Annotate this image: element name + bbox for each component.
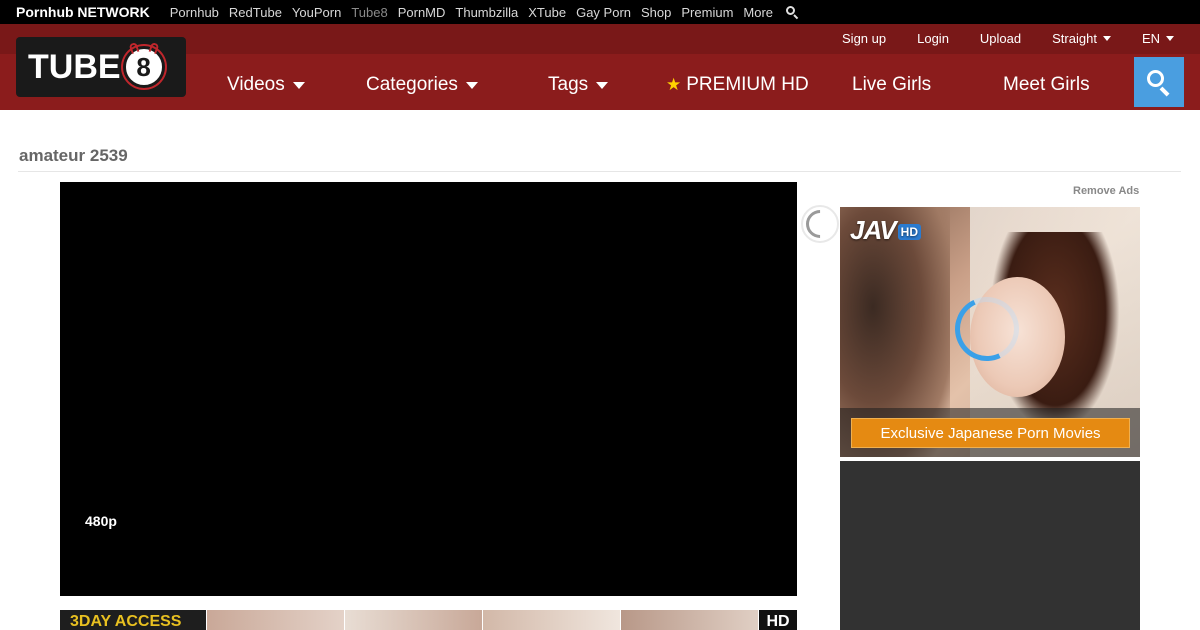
chevron-down-icon xyxy=(465,81,478,89)
promo-lead-text: 3DAY ACCESS xyxy=(60,610,206,630)
search-icon xyxy=(1147,70,1171,97)
network-link-redtube[interactable]: RedTube xyxy=(229,5,282,20)
promo-thumbnail xyxy=(483,610,620,630)
login-link[interactable]: Login xyxy=(917,31,949,46)
promo-thumbnail xyxy=(621,610,758,630)
nav-premium-label: PREMIUM HD xyxy=(686,74,809,95)
nav-categories[interactable]: Categories xyxy=(366,69,478,101)
upload-link[interactable]: Upload xyxy=(980,31,1021,46)
user-bar: Sign up Login Upload Straight EN xyxy=(811,31,1174,46)
chevron-down-icon xyxy=(1102,36,1111,41)
remove-ads-link[interactable]: Remove Ads xyxy=(1073,185,1139,197)
network-search-icon[interactable] xyxy=(785,5,799,20)
network-link-thumbzilla[interactable]: Thumbzilla xyxy=(455,5,518,20)
promo-thumbnail xyxy=(345,610,482,630)
main-nav: Videos Categories Tags ★ PREMIUM HD Live… xyxy=(190,69,1090,109)
promo-thumbnail xyxy=(207,610,344,630)
ad-placeholder[interactable] xyxy=(840,461,1140,630)
nav-premium-hd[interactable]: ★ PREMIUM HD xyxy=(666,69,809,101)
chevron-down-icon xyxy=(1166,36,1174,41)
page-title: amateur 2539 xyxy=(19,146,128,165)
network-link-gay-porn[interactable]: Gay Porn xyxy=(576,5,631,20)
ad-brand-badge: HD xyxy=(897,224,921,241)
orientation-label: Straight xyxy=(1052,31,1097,46)
network-link-tube8[interactable]: Tube8 xyxy=(351,5,387,20)
video-player[interactable]: 480p xyxy=(60,182,797,596)
site-header: TUBE 8 Sign up Login Upload Straight EN … xyxy=(0,24,1200,110)
nav-categories-label: Categories xyxy=(366,74,458,95)
loading-spinner-icon xyxy=(800,204,840,244)
search-button[interactable] xyxy=(1134,57,1184,107)
network-bar: Pornhub NETWORK Pornhub RedTube YouPorn … xyxy=(0,0,1200,24)
quality-label[interactable]: 480p xyxy=(85,513,117,529)
logo-eight-ball-icon: 8 xyxy=(122,41,165,88)
logo-ball-number: 8 xyxy=(136,51,151,82)
nav-videos-label: Videos xyxy=(227,74,285,95)
network-brand[interactable]: Pornhub NETWORK xyxy=(16,4,150,20)
orientation-dropdown[interactable]: Straight xyxy=(1052,31,1111,46)
chevron-down-icon xyxy=(596,81,609,89)
ad-brand-text: JAV xyxy=(850,215,897,245)
logo-text: TUBE xyxy=(28,47,121,86)
ad-banner-jav[interactable]: JAV HD Exclusive Japanese Porn Movies xyxy=(840,207,1140,457)
chevron-down-icon xyxy=(292,81,305,89)
nav-live-girls[interactable]: Live Girls xyxy=(852,69,931,101)
network-link-shop[interactable]: Shop xyxy=(641,5,671,20)
ad-brand-logo: JAV HD xyxy=(850,215,921,246)
network-link-pornmd[interactable]: PornMD xyxy=(398,5,446,20)
site-logo[interactable]: TUBE 8 xyxy=(16,37,186,97)
nav-meet-girls[interactable]: Meet Girls xyxy=(1003,69,1090,101)
network-link-more[interactable]: More xyxy=(743,5,773,20)
nav-tags-label: Tags xyxy=(548,74,589,95)
ad-cta-button[interactable]: Exclusive Japanese Porn Movies xyxy=(851,418,1130,448)
network-link-xtube[interactable]: XTube xyxy=(528,5,566,20)
language-label: EN xyxy=(1141,31,1160,46)
signup-link[interactable]: Sign up xyxy=(842,31,886,46)
network-link-premium[interactable]: Premium xyxy=(681,5,733,20)
promo-banner[interactable]: 3DAY ACCESS HD xyxy=(60,610,797,630)
network-link-youporn[interactable]: YouPorn xyxy=(292,5,341,20)
star-icon: ★ xyxy=(666,75,682,94)
nav-videos[interactable]: Videos xyxy=(227,69,305,101)
nav-tags[interactable]: Tags xyxy=(548,69,609,101)
network-link-pornhub[interactable]: Pornhub xyxy=(170,5,219,20)
promo-hd-badge: HD xyxy=(759,610,797,630)
language-dropdown[interactable]: EN xyxy=(1142,31,1174,46)
title-divider xyxy=(18,171,1181,172)
